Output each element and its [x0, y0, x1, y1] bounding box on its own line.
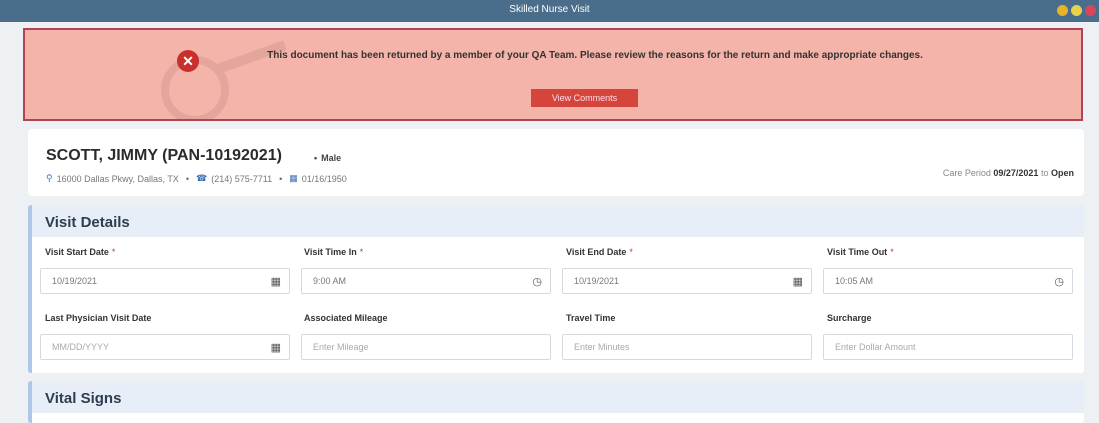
vital-signs-section: Vital Signs [28, 381, 1084, 423]
window-title: Skilled Nurse Visit [509, 4, 590, 15]
visit-time-out-input[interactable] [824, 269, 1034, 293]
visit-time-in-input[interactable] [302, 269, 512, 293]
visit-time-in-field[interactable]: ◷ [301, 268, 551, 294]
calendar-icon[interactable]: ▦ [271, 341, 281, 354]
visit-end-date-label: Visit End Date * [566, 247, 633, 257]
title-bar: Skilled Nurse Visit [0, 0, 1099, 22]
patient-name: SCOTT, JIMMY (PAN-10192021) [46, 147, 282, 164]
associated-mileage-label: Associated Mileage [304, 313, 388, 323]
clock-icon[interactable]: ◷ [1054, 275, 1064, 288]
visit-end-date-field[interactable]: ▦ [562, 268, 812, 294]
visit-time-in-label: Visit Time In * [304, 247, 364, 257]
travel-time-input[interactable] [563, 335, 773, 359]
travel-time-label: Travel Time [566, 313, 616, 323]
minimize-button[interactable] [1057, 5, 1068, 16]
close-button[interactable] [1085, 5, 1096, 16]
maximize-button[interactable] [1071, 5, 1082, 16]
surcharge-input[interactable] [824, 335, 1034, 359]
care-period: Care Period 09/27/2021 to Open [942, 168, 1074, 178]
birthday-icon: ▦ [289, 173, 298, 183]
last-physician-visit-date-field[interactable]: ▦ [40, 334, 290, 360]
visit-details-section: Visit Details Visit Start Date * Visit Ti… [28, 205, 1084, 373]
patient-header: SCOTT, JIMMY (PAN-10192021) • Male ⚲ 1600… [28, 129, 1084, 196]
associated-mileage-field[interactable] [301, 334, 551, 360]
associated-mileage-input[interactable] [302, 335, 512, 359]
travel-time-field[interactable] [562, 334, 812, 360]
calendar-icon[interactable]: ▦ [793, 275, 803, 288]
patient-dob: 01/16/1950 [301, 173, 347, 184]
patient-sex: • Male [314, 153, 342, 163]
visit-time-out-label: Visit Time Out * [827, 247, 894, 257]
alert-message: This document has been returned by a mem… [267, 50, 923, 61]
last-physician-visit-date-label: Last Physician Visit Date [45, 313, 152, 323]
vital-signs-title: Vital Signs [32, 381, 1084, 413]
surcharge-field[interactable] [823, 334, 1073, 360]
visit-start-date-input[interactable] [41, 269, 251, 293]
visit-details-title: Visit Details [32, 205, 1084, 237]
window-controls [1057, 5, 1096, 16]
clock-icon[interactable]: ◷ [532, 275, 542, 288]
visit-start-date-label: Visit Start Date * [45, 247, 116, 257]
visit-time-out-field[interactable]: ◷ [823, 268, 1073, 294]
view-comments-button[interactable]: View Comments [531, 89, 638, 107]
phone-icon: ☎ [195, 173, 208, 183]
last-physician-visit-date-input[interactable] [41, 335, 251, 359]
surcharge-label: Surcharge [827, 313, 872, 323]
calendar-icon[interactable]: ▦ [271, 275, 281, 288]
error-icon: ✕ [177, 50, 199, 72]
patient-phone: (214) 575-7711 [211, 173, 273, 184]
patient-contact-line: ⚲ 16000 Dallas Pkwy, Dallas, TX • ☎ (214… [46, 173, 347, 184]
visit-end-date-input[interactable] [563, 269, 773, 293]
visit-start-date-field[interactable]: ▦ [40, 268, 290, 294]
qa-return-alert: ✕ This document has been returned by a m… [23, 28, 1083, 121]
map-marker-icon: ⚲ [46, 173, 53, 183]
patient-address: 16000 Dallas Pkwy, Dallas, TX [56, 173, 179, 184]
